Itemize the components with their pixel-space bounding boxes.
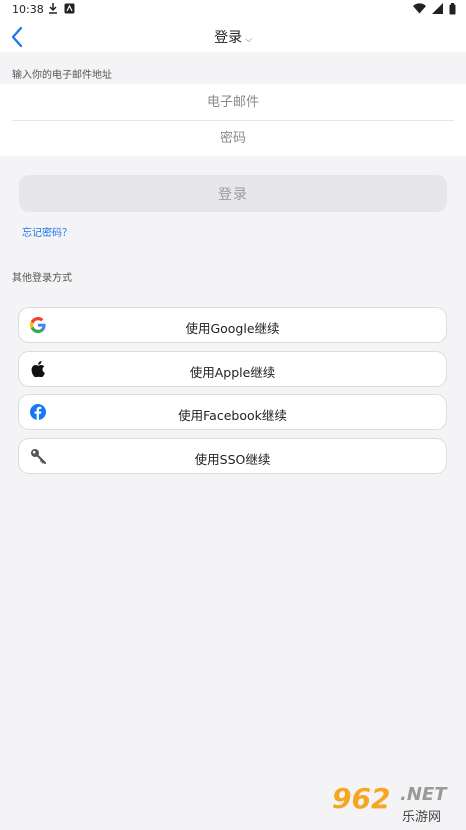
facebook-login-button[interactable]: 使用Facebook继续	[18, 394, 447, 430]
sso-login-label: 使用SSO继续	[194, 452, 271, 467]
apple-login-button[interactable]: 使用Apple继续	[18, 351, 447, 387]
notification-icon	[64, 3, 75, 17]
page-title-dropdown[interactable]: 登录 ⌵	[0, 27, 466, 47]
other-login-label: 其他登录方式	[12, 273, 72, 284]
sso-login-button[interactable]: 使用SSO继续	[18, 438, 447, 474]
status-icons	[413, 3, 456, 18]
watermark-chinese: 乐游网	[402, 810, 442, 825]
facebook-login-label: 使用Facebook继续	[178, 408, 287, 423]
nav-bar: 登录 ⌵	[0, 20, 466, 52]
download-icon	[48, 3, 58, 18]
status-bar: 10:38	[0, 0, 466, 20]
watermark-suffix: .NET	[400, 784, 447, 805]
email-section-label: 输入你的电子邮件地址	[12, 70, 112, 81]
email-field-row	[12, 85, 454, 120]
login-button[interactable]: 登录	[19, 175, 447, 212]
email-input[interactable]	[12, 94, 454, 111]
password-field-row	[12, 121, 454, 156]
google-login-label: 使用Google继续	[185, 321, 280, 336]
page-title: 登录	[214, 30, 243, 46]
chevron-down-icon: ⌵	[245, 35, 252, 45]
forgot-password-link[interactable]: 忘记密码？	[22, 224, 72, 239]
google-login-button[interactable]: 使用Google继续	[18, 307, 447, 343]
password-input[interactable]	[12, 130, 454, 147]
wifi-icon	[413, 3, 426, 18]
apple-login-label: 使用Apple继续	[189, 365, 276, 380]
battery-icon	[449, 3, 456, 18]
watermark-logo: 962 .NET 乐游网	[328, 782, 458, 826]
status-time: 10:38	[12, 3, 44, 16]
credentials-group	[0, 84, 466, 156]
signal-icon	[432, 3, 443, 18]
watermark-number: 962	[332, 782, 391, 815]
